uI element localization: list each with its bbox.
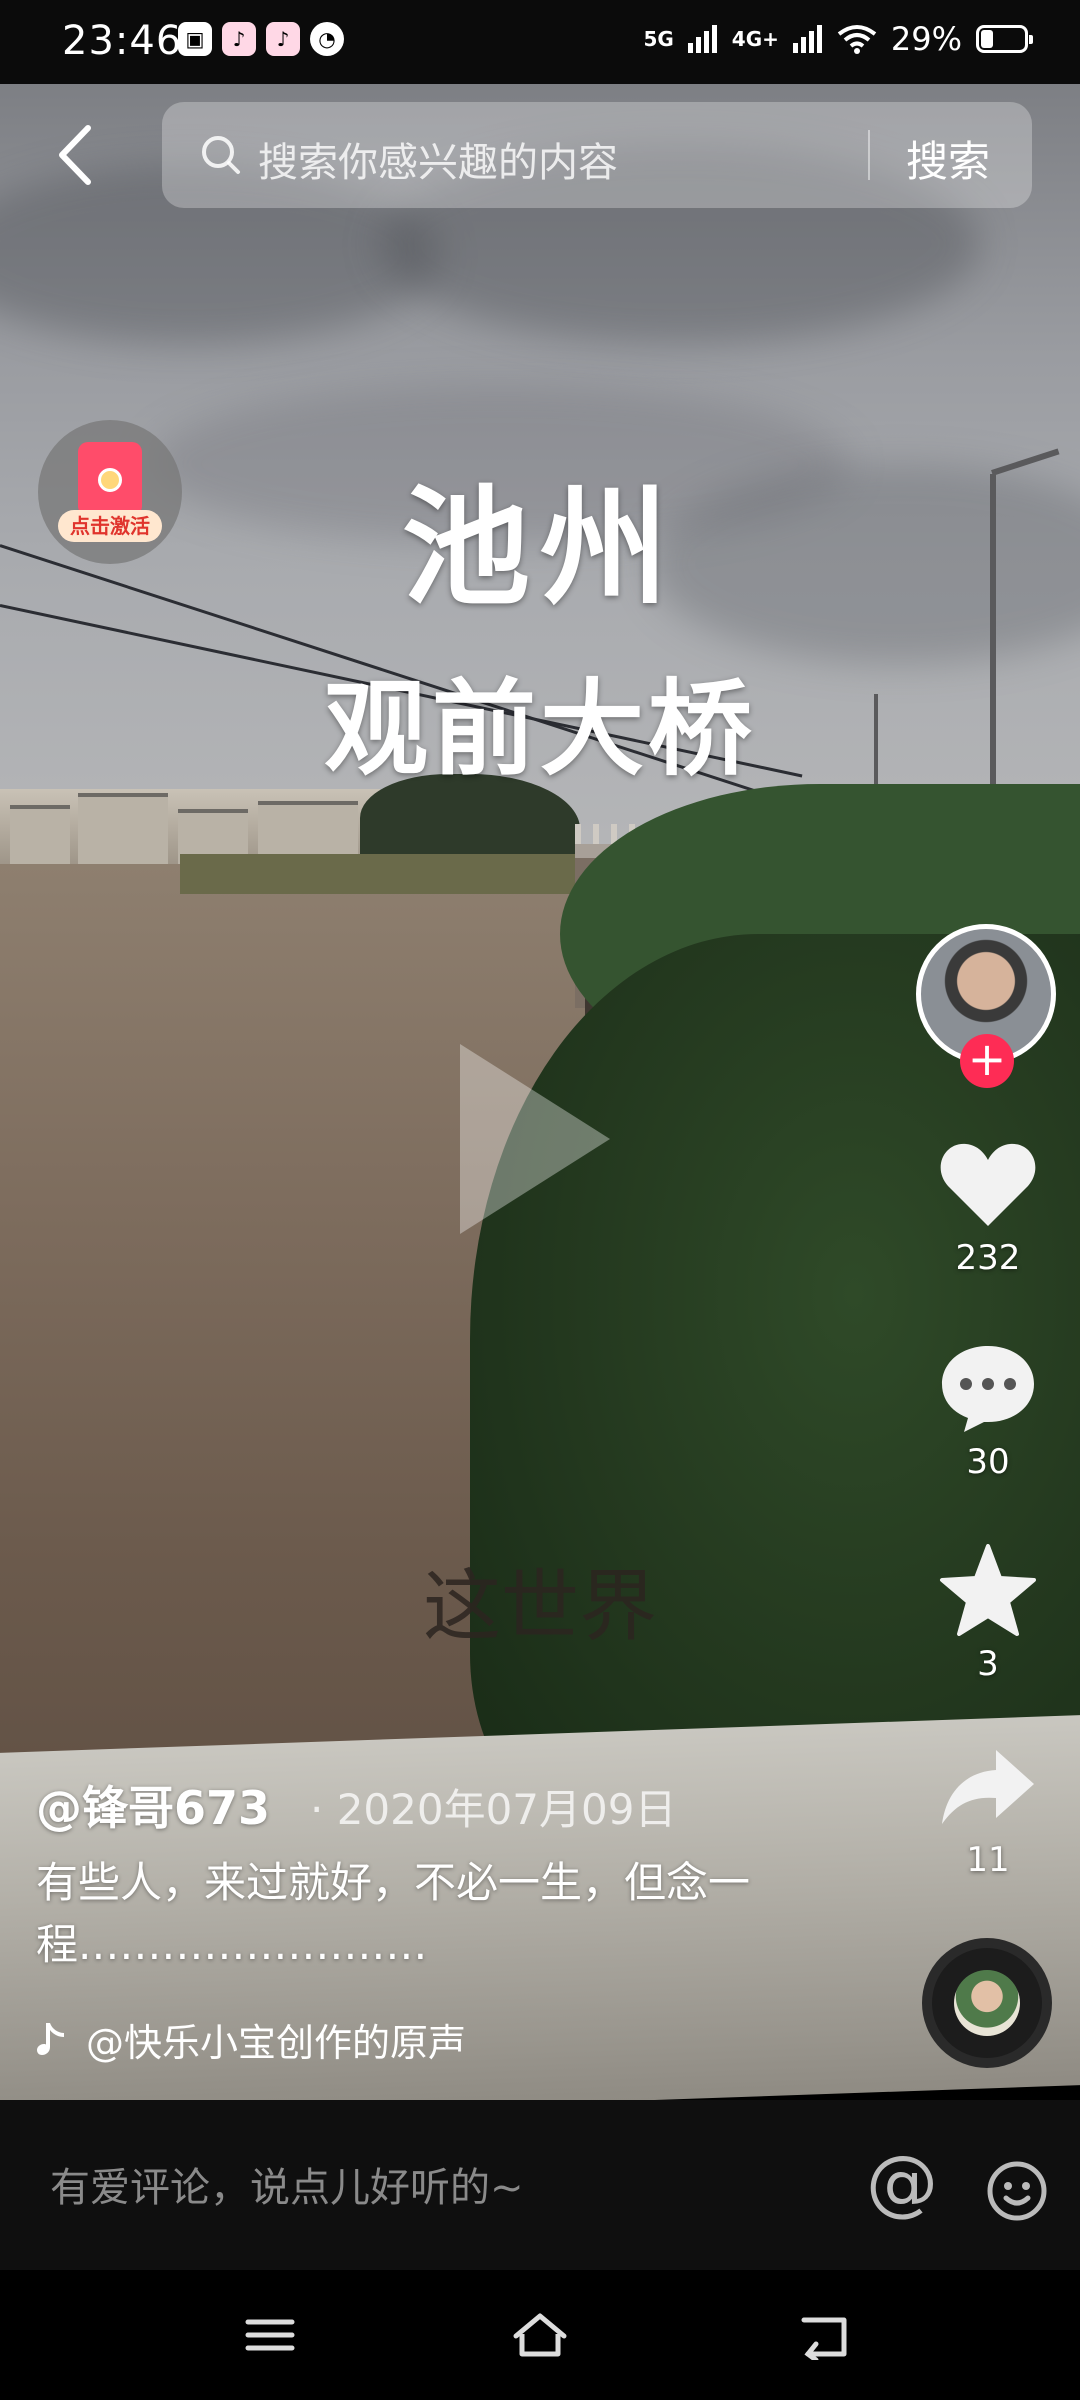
red-envelope-icon	[78, 442, 142, 516]
back-icon	[59, 125, 91, 185]
search-divider	[868, 130, 870, 180]
favorite-count: 3	[977, 1644, 999, 1684]
search-input[interactable]: 搜索你感兴趣的内容	[258, 130, 618, 188]
share-count: 11	[966, 1840, 1010, 1880]
mention-button[interactable]: @	[866, 2140, 938, 2224]
music-cover	[954, 1970, 1020, 2036]
search-icon	[202, 136, 240, 174]
post-caption: 有些人，来过就好，不必一生，但念一程.……………………	[36, 1858, 751, 1969]
post-date: · 2020年07月09日	[310, 1785, 677, 1834]
comment-input[interactable]: 有爱评论，说点儿好听的~	[50, 2155, 524, 2213]
net-4g: 4G+	[731, 27, 779, 51]
comment-count: 30	[966, 1442, 1010, 1482]
play-icon[interactable]	[460, 1044, 610, 1234]
app-screen: 23:46 ▣ ♪ ♪ ◔ 5G 4G+ 29% 池州 观前大桥 这世界 搜索你…	[0, 0, 1080, 2400]
like-count: 232	[955, 1238, 1021, 1278]
signal-icon-2	[792, 25, 822, 53]
share-icon	[942, 1750, 1034, 1824]
gallery-app-icon: ▣	[178, 22, 212, 56]
status-indicators: 5G 4G+ 29%	[643, 20, 1033, 58]
favorite-button[interactable]: 3	[930, 1544, 1046, 1684]
back-button[interactable]	[50, 120, 110, 190]
emoji-icon[interactable]	[986, 2160, 1048, 2222]
share-button[interactable]: 11	[930, 1746, 1046, 1880]
music-disc[interactable]	[922, 1938, 1052, 2068]
battery-icon	[976, 25, 1033, 53]
heart-icon	[940, 1143, 1036, 1226]
music-link[interactable]: @快乐小宝创作的原声	[36, 2012, 466, 2067]
menu-icon[interactable]	[240, 2310, 300, 2360]
video-subtitle: 这世界	[422, 1562, 657, 1652]
red-packet-widget[interactable]: 点击激活	[38, 420, 182, 564]
music-title: @快乐小宝创作的原声	[86, 2021, 467, 2065]
music-note-icon	[37, 2022, 64, 2055]
wifi-icon	[837, 25, 877, 54]
search-button[interactable]: 搜索	[906, 128, 990, 189]
speed-app-icon: ◔	[310, 22, 344, 56]
return-icon[interactable]	[796, 2310, 856, 2360]
video-title-line2: 观前大桥	[323, 668, 756, 790]
search-bar[interactable]: 搜索你感兴趣的内容 搜索	[162, 102, 1032, 208]
status-bar: 23:46 ▣ ♪ ♪ ◔ 5G 4G+ 29%	[0, 0, 1080, 84]
comment-icon	[942, 1346, 1034, 1432]
notification-icons: ▣ ♪ ♪ ◔	[178, 22, 344, 56]
net-5g: 5G	[643, 27, 674, 51]
tiktok-app-icon-2: ♪	[266, 22, 300, 56]
home-icon[interactable]	[510, 2310, 570, 2360]
like-button[interactable]: 232	[930, 1140, 1046, 1278]
comment-button[interactable]: 30	[930, 1342, 1046, 1482]
system-nav-bar	[0, 2270, 1080, 2400]
red-packet-label: 点击激活	[58, 510, 162, 542]
star-icon	[940, 1544, 1036, 1636]
author-username[interactable]: @锋哥673	[36, 1772, 270, 1838]
tiktok-app-icon: ♪	[222, 22, 256, 56]
follow-button[interactable]: +	[960, 1034, 1014, 1088]
battery-percent: 29%	[890, 20, 962, 58]
signal-icon	[687, 25, 717, 53]
status-time: 23:46	[62, 18, 183, 64]
comment-bar: 有爱评论，说点儿好听的~ @	[0, 2100, 1080, 2270]
